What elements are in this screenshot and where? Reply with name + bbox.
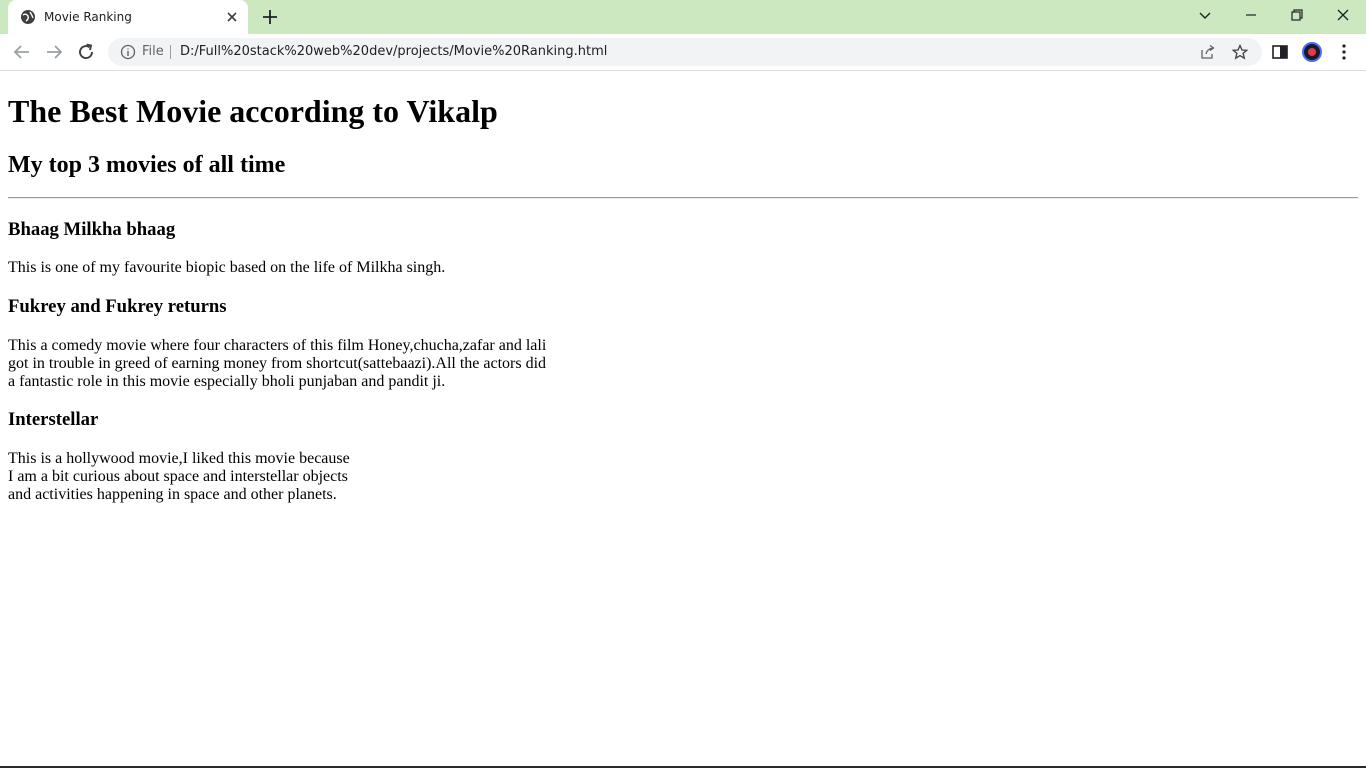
page-subtitle: My top 3 movies of all time	[8, 152, 286, 178]
omnibox-divider	[170, 45, 171, 59]
page-content: The Best Movie according to Vikalp My to…	[0, 72, 1366, 766]
tab-title: Movie Ranking	[44, 10, 132, 24]
divider	[8, 197, 1358, 199]
restore-icon[interactable]	[1274, 0, 1320, 32]
movie-title: Fukrey and Fukrey returns	[8, 296, 227, 317]
movie-title: Interstellar	[8, 409, 99, 430]
movie-description: This a comedy movie where four character…	[8, 337, 547, 390]
address-bar[interactable]: File D:/Full%20stack%20web%20dev/project…	[108, 38, 1262, 66]
close-tab-icon[interactable]	[224, 9, 240, 25]
movie-title: Bhaag Milkha bhaag	[8, 219, 176, 240]
info-icon[interactable]	[120, 44, 136, 60]
browser-tab[interactable]: Movie Ranking	[8, 0, 248, 34]
movie-description: This is one of my favourite biopic based…	[8, 259, 446, 276]
close-window-icon[interactable]	[1320, 0, 1366, 32]
menu-kebab-icon[interactable]	[1334, 42, 1354, 62]
reload-icon[interactable]	[74, 40, 98, 64]
tab-search-icon[interactable]	[1182, 0, 1228, 32]
tab-strip: Movie Ranking	[0, 0, 1366, 34]
url-text[interactable]: D:/Full%20stack%20web%20dev/projects/Mov…	[180, 44, 607, 60]
back-icon[interactable]	[10, 40, 34, 64]
forward-icon[interactable]	[42, 40, 66, 64]
scheme-label: File	[142, 44, 164, 59]
browser-toolbar: File D:/Full%20stack%20web%20dev/project…	[0, 34, 1366, 71]
side-panel-icon[interactable]	[1270, 42, 1290, 62]
profile-avatar[interactable]	[1302, 42, 1322, 62]
globe-icon	[20, 9, 36, 25]
new-tab-icon[interactable]	[260, 7, 280, 27]
page-title: The Best Movie according to Vikalp	[8, 93, 498, 129]
minimize-icon[interactable]	[1228, 0, 1274, 32]
movie-description: This is a hollywood movie,I liked this m…	[8, 450, 350, 503]
share-icon[interactable]	[1200, 44, 1216, 60]
bookmark-star-icon[interactable]	[1231, 43, 1249, 60]
